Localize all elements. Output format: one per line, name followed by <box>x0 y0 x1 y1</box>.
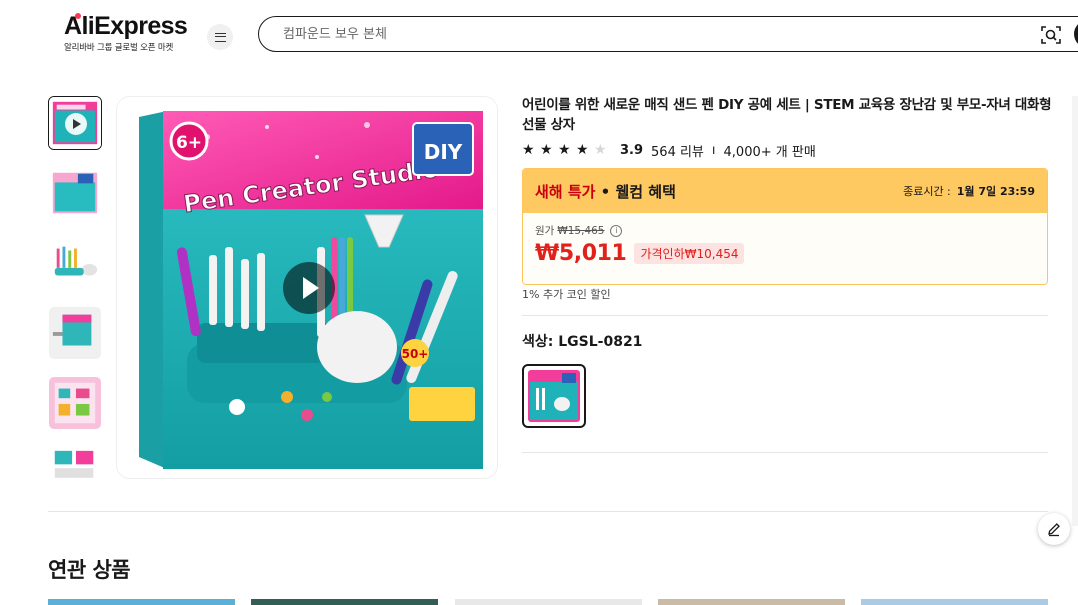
swatch-image <box>528 370 580 422</box>
deal-end-label: 종료시간 : <box>903 185 951 198</box>
thumbnail-2[interactable] <box>48 166 102 220</box>
aliexpress-logo[interactable]: AliExpress 알리바바 그룹 글로벌 오픈 마켓 <box>64 12 194 53</box>
deal-title: 새해 특가 • 웰컴 혜택 <box>535 181 676 202</box>
pieces-badge: 50+ <box>402 347 429 361</box>
section-divider <box>48 511 1048 512</box>
star-rating: ★ ★ ★ ★ ★ <box>522 142 612 158</box>
search-input[interactable] <box>281 24 981 44</box>
diy-label: DIY <box>424 140 463 164</box>
review-count[interactable]: 564 리뷰 <box>651 141 704 160</box>
related-item-thumbnail[interactable] <box>455 599 642 605</box>
logo-dot <box>75 13 81 19</box>
image-search-icon[interactable] <box>1041 25 1061 45</box>
thumbnail-image <box>49 377 101 429</box>
thumbnail-image <box>49 307 101 359</box>
deal-body: 원가 ₩15,465 i ₩5,011 가격인하₩10,454 <box>523 213 1047 284</box>
thumbnail-list <box>48 96 104 480</box>
logo-subtitle: 알리바바 그룹 글로벌 오픈 마켓 <box>64 43 174 53</box>
thumbnail-video[interactable] <box>48 96 102 150</box>
related-products-title: 연관 상품 <box>48 558 131 582</box>
deal-end-value: 1월 7일 23:59 <box>956 185 1035 198</box>
star-empty-icon: ★ <box>594 142 607 158</box>
hamburger-icon <box>214 32 226 42</box>
price-row: ₩5,011 가격인하₩10,454 <box>535 241 1035 266</box>
original-price: ₩15,465 <box>557 224 605 237</box>
menu-button[interactable] <box>207 24 233 50</box>
original-price-row: 원가 ₩15,465 i <box>535 223 1035 238</box>
thumbnail-6[interactable] <box>48 446 102 480</box>
deal-header: 새해 특가 • 웰컴 혜택 종료시간 : 1월 7일 23:59 <box>523 169 1047 213</box>
sold-count: 4,000+ 개 판매 <box>723 144 816 160</box>
separator: ı <box>711 142 716 158</box>
deal-end-time: 종료시간 : 1월 7일 23:59 <box>903 183 1035 199</box>
related-item-thumbnail[interactable] <box>48 599 235 605</box>
thumbnail-4[interactable] <box>48 306 102 360</box>
sale-price: ₩5,011 <box>535 241 627 266</box>
rating-score: 3.9 <box>620 142 644 158</box>
related-item-thumbnail[interactable] <box>861 599 1048 605</box>
product-title: 어린이를 위한 새로운 매직 샌드 펜 DIY 공예 세트 | STEM 교육용… <box>522 97 1052 133</box>
side-panel-edge <box>1072 96 1078 526</box>
search-bar <box>258 16 1078 52</box>
pencil-icon <box>1048 523 1060 537</box>
related-item-thumbnail[interactable] <box>251 599 438 605</box>
deal-box: 새해 특가 • 웰컴 혜택 종료시간 : 1월 7일 23:59 원가 ₩15,4… <box>522 168 1048 285</box>
divider <box>522 452 1048 453</box>
star-icon: ★ <box>558 142 571 158</box>
thumbnail-image <box>49 167 101 219</box>
info-icon[interactable]: i <box>610 224 623 237</box>
coin-discount-note: 1% 추가 코인 할인 <box>522 288 611 301</box>
deal-title-rest: • 웰컴 혜택 <box>595 182 676 201</box>
edit-button[interactable] <box>1038 513 1070 545</box>
play-icon <box>65 113 87 135</box>
thumbnail-3[interactable] <box>48 236 102 290</box>
play-video-button[interactable] <box>283 262 335 314</box>
color-variant-label: 색상: LGSL-0821 <box>522 334 643 350</box>
discount-badge: 가격인하₩10,454 <box>634 243 745 264</box>
star-icon: ★ <box>522 142 535 158</box>
star-icon: ★ <box>576 142 589 158</box>
deal-title-highlight: 새해 특가 <box>535 182 596 201</box>
thumbnail-image <box>49 237 101 289</box>
search-button[interactable] <box>1074 20 1078 48</box>
thumbnail-image <box>49 447 101 480</box>
star-icon: ★ <box>540 142 553 158</box>
original-price-label: 원가 <box>535 225 555 237</box>
logo-text: AliExpress <box>64 12 188 40</box>
related-item-thumbnail[interactable] <box>658 599 845 605</box>
color-swatch-selected[interactable] <box>522 364 586 428</box>
main-product-image[interactable]: 6+ Pen Creator Studio DIY 50+ <box>116 96 498 479</box>
age-badge: 6+ <box>176 133 202 153</box>
rating-row: ★ ★ ★ ★ ★ 3.9 564 리뷰 ı 4,000+ 개 판매 <box>522 140 816 160</box>
thumbnail-5[interactable] <box>48 376 102 430</box>
divider <box>522 315 1048 316</box>
